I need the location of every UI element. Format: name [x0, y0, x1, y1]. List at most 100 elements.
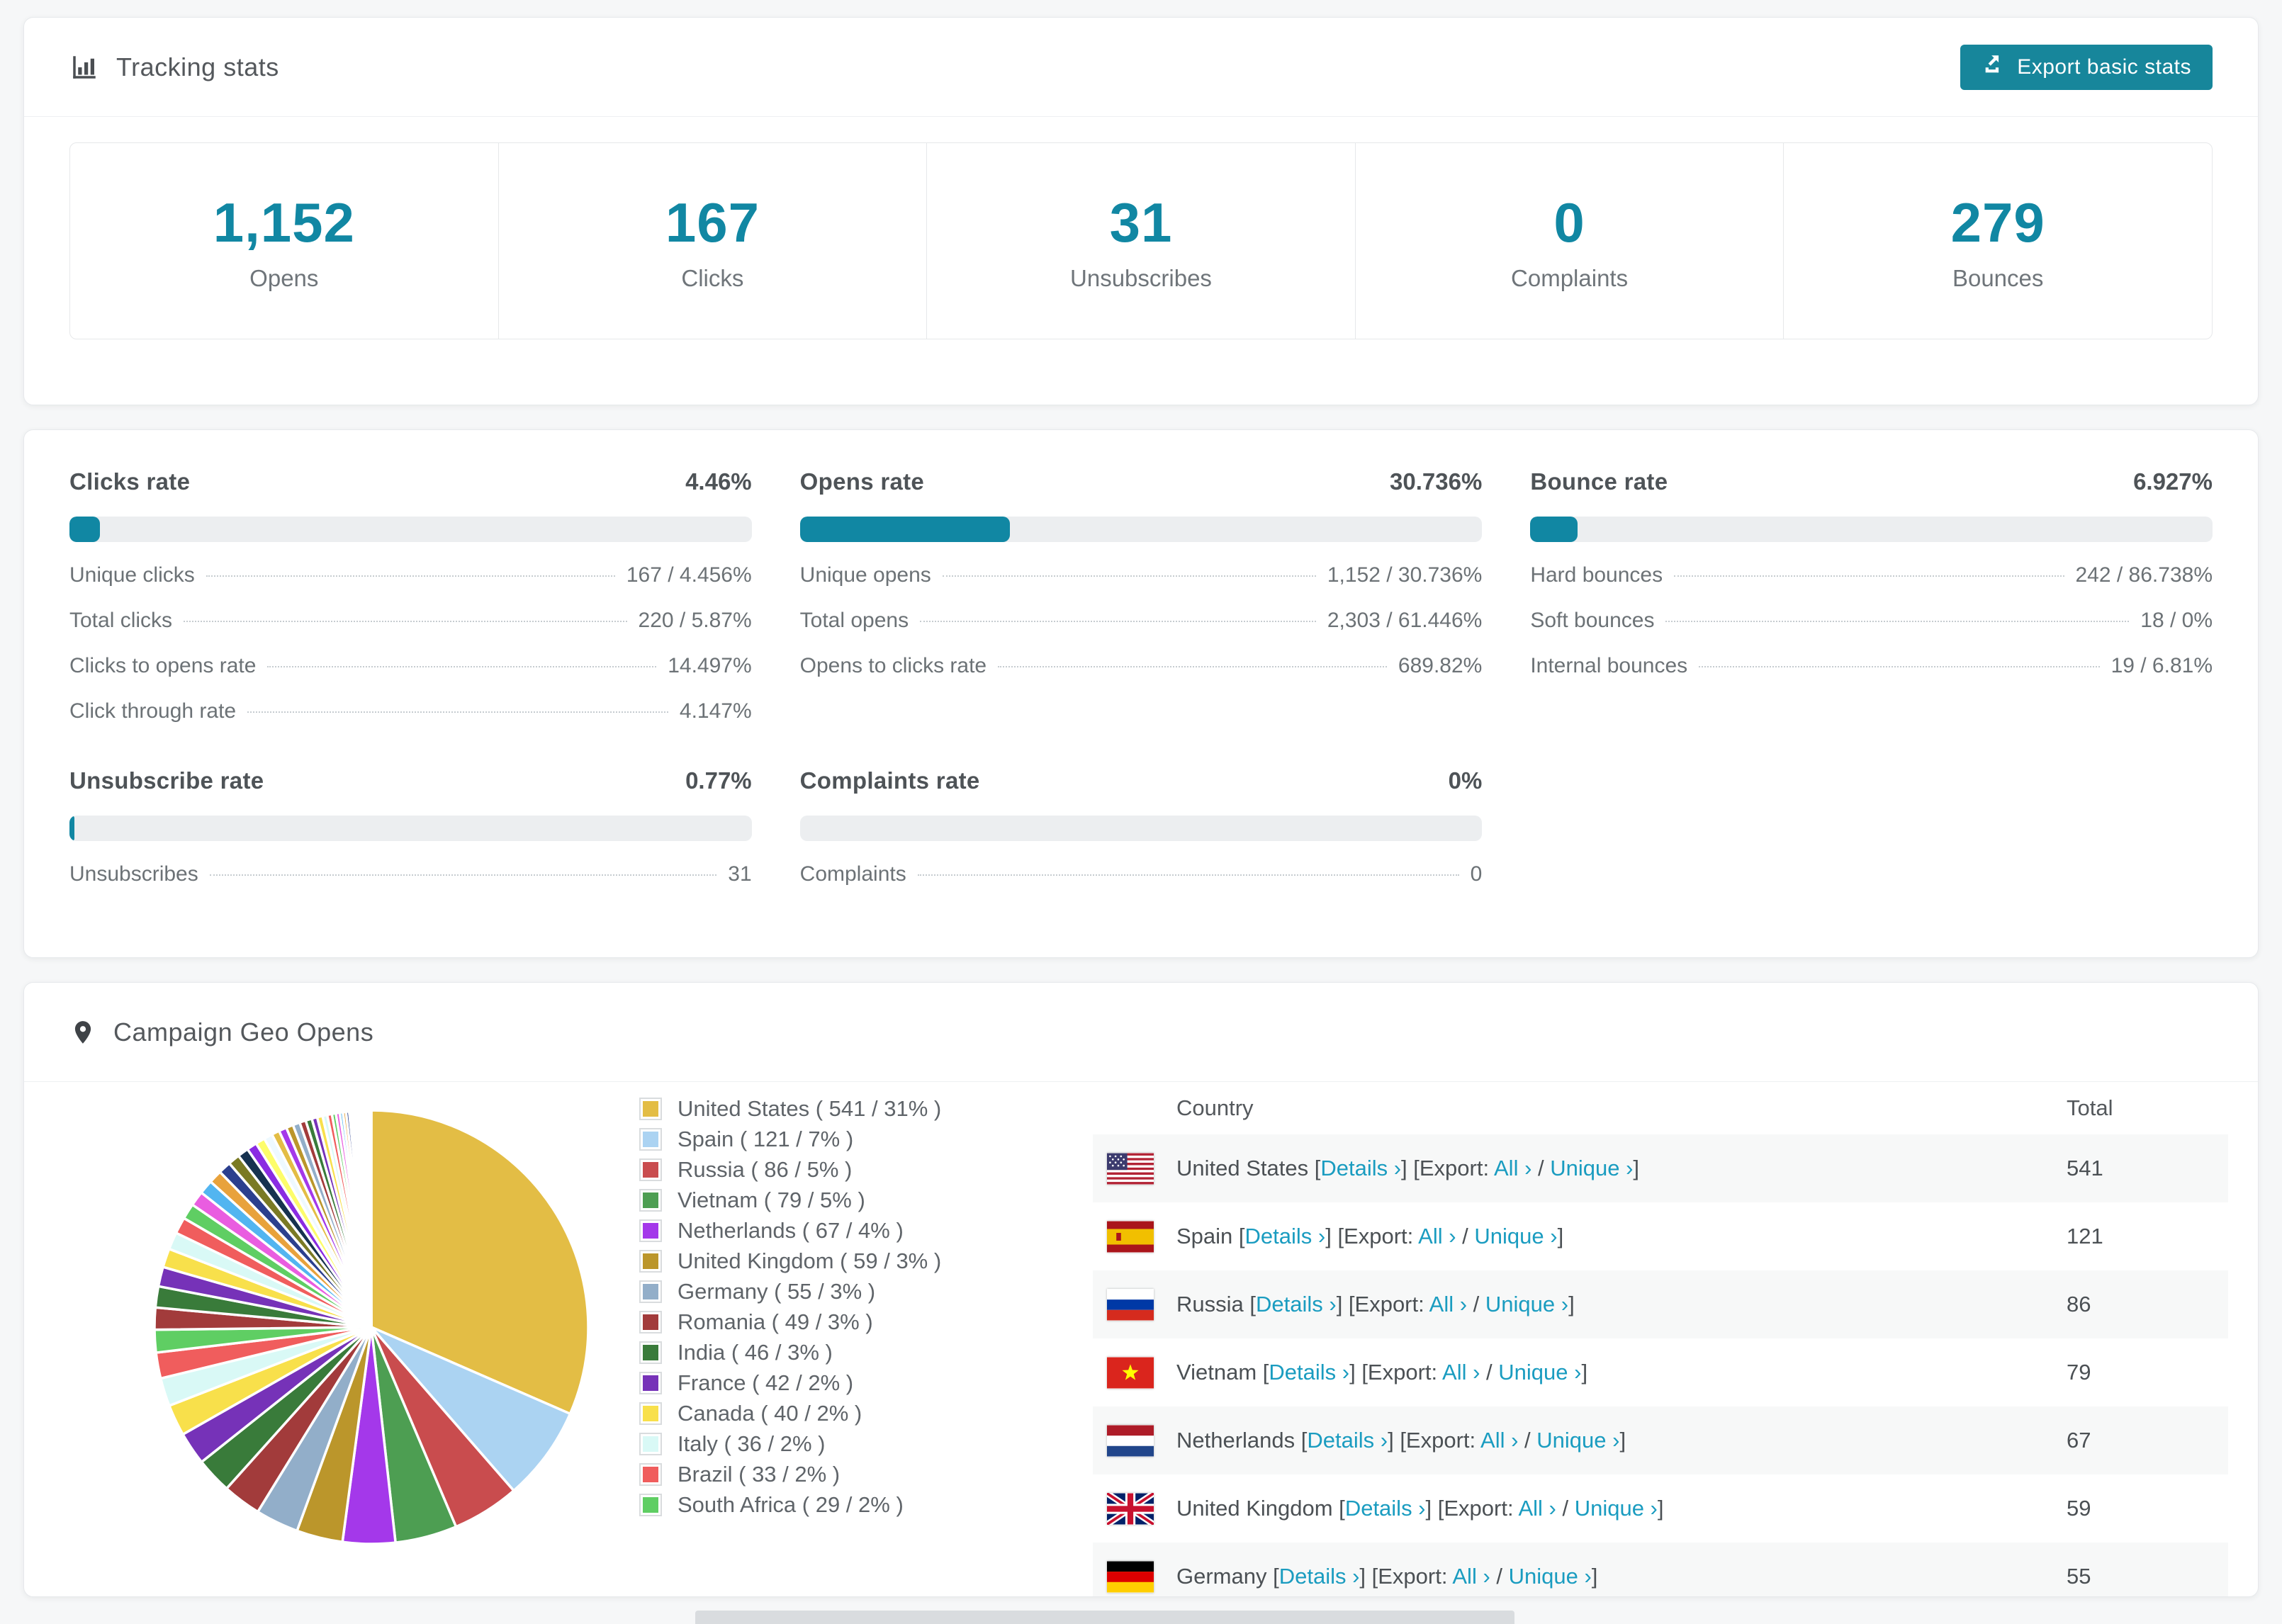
- export-all-link[interactable]: All ›: [1480, 1428, 1518, 1453]
- nl-flag-icon: [1107, 1425, 1154, 1457]
- gb-flag-icon: [1107, 1492, 1154, 1525]
- rate-head: Unsubscribe rate 0.77%: [69, 767, 752, 794]
- slash-text: /: [1467, 1292, 1485, 1316]
- bracket-text: ] [Export:: [1425, 1496, 1519, 1521]
- dotted-leader: [998, 666, 1387, 667]
- export-all-link[interactable]: All ›: [1418, 1224, 1456, 1248]
- bracket-close: ]: [1591, 1564, 1598, 1589]
- es-flag-icon: [1107, 1221, 1154, 1253]
- export-unique-link[interactable]: Unique ›: [1575, 1496, 1658, 1521]
- stat-row-label: Clicks to opens rate: [69, 654, 257, 677]
- export-all-link[interactable]: All ›: [1429, 1292, 1467, 1316]
- total-cell: 121: [2067, 1224, 2103, 1248]
- slash-text: /: [1556, 1496, 1575, 1521]
- legend-swatch: [639, 1219, 662, 1242]
- legend-label: Brazil ( 33 / 2% ): [678, 1461, 841, 1487]
- bottom-partial-bar: [695, 1611, 1514, 1624]
- rate-detail-rows: Unsubscribes 31: [69, 862, 752, 886]
- details-link[interactable]: Details ›: [1320, 1156, 1401, 1180]
- total-cell: 67: [2067, 1428, 2091, 1453]
- export-unique-link[interactable]: Unique ›: [1485, 1292, 1568, 1316]
- stat-row-label: Unsubscribes: [69, 862, 198, 886]
- stat-label: Unsubscribes: [1070, 264, 1212, 291]
- legend-item: Vietnam ( 79 / 5% ): [639, 1185, 1093, 1215]
- stat-row-label: Click through rate: [69, 699, 237, 723]
- stat-row: Unsubscribes 31: [69, 862, 752, 886]
- tracking-stats-header: Tracking stats Export basic stats: [24, 18, 2258, 117]
- stat-row-label: Hard bounces: [1530, 563, 1663, 587]
- details-link[interactable]: Details ›: [1307, 1428, 1388, 1453]
- stat-row-label: Total opens: [799, 609, 909, 632]
- stat-row: Unique opens 1,152 / 30.736%: [800, 563, 1483, 587]
- export-unique-link[interactable]: Unique ›: [1474, 1224, 1557, 1248]
- export-basic-stats-button[interactable]: Export basic stats: [1960, 44, 2213, 90]
- rate-value: 4.46%: [685, 468, 752, 495]
- export-unique-link[interactable]: Unique ›: [1550, 1156, 1633, 1180]
- bracket-text: ] [Export:: [1336, 1292, 1429, 1316]
- rate-detail-rows: Hard bounces 242 / 86.738% Soft bounces 18 …: [1530, 563, 2213, 678]
- dotted-leader: [1665, 621, 2130, 622]
- export-unique-link[interactable]: Unique ›: [1498, 1360, 1581, 1385]
- table-row: Vietnam [Details ›] [Export: All › / Uni…: [1093, 1338, 2228, 1406]
- export-all-link[interactable]: All ›: [1494, 1156, 1531, 1180]
- us-flag-icon: [1107, 1153, 1154, 1185]
- vn-flag-icon: [1107, 1357, 1154, 1389]
- legend-swatch: [639, 1462, 662, 1486]
- stat-row-value: 167 / 4.456%: [626, 563, 752, 587]
- details-link[interactable]: Details ›: [1345, 1496, 1426, 1521]
- section-title: Campaign Geo Opens: [113, 1017, 374, 1047]
- dotted-leader: [1674, 575, 2064, 577]
- geo-opens-title: Campaign Geo Opens: [69, 1017, 373, 1047]
- export-all-link[interactable]: All ›: [1518, 1496, 1556, 1521]
- stat-row-value: 0: [1470, 862, 1483, 886]
- rate-value: 6.927%: [2133, 468, 2213, 495]
- legend-swatch: [639, 1097, 662, 1120]
- bracket-text: ] [Export:: [1388, 1428, 1481, 1453]
- progress-fill: [69, 517, 100, 542]
- details-link[interactable]: Details ›: [1269, 1360, 1349, 1385]
- bracket-close: ]: [1633, 1156, 1640, 1180]
- stat-row-value: 14.497%: [668, 654, 752, 677]
- export-unique-link[interactable]: Unique ›: [1509, 1564, 1592, 1589]
- country-cell: Russia [Details ›] [Export: All › / Uniq…: [1176, 1292, 1575, 1317]
- bracket-text: ] [Export:: [1359, 1564, 1453, 1589]
- bracket-text: ] [Export:: [1325, 1224, 1419, 1248]
- table-row: United States [Details ›] [Export: All ›…: [1093, 1134, 2228, 1202]
- country-cell: Netherlands [Details ›] [Export: All › /…: [1176, 1428, 1626, 1453]
- progress-fill: [799, 517, 1010, 542]
- legend-item: Italy ( 36 / 2% ): [639, 1428, 1093, 1459]
- stat-row-value: 220 / 5.87%: [638, 609, 752, 632]
- legend-swatch: [639, 1341, 662, 1364]
- country-cell: Spain [Details ›] [Export: All › / Uniqu…: [1176, 1224, 1563, 1249]
- summary-stat-unsubscribes: 31 Unsubscribes: [926, 143, 1355, 339]
- rate-block-clicks-rate: Clicks rate 4.46% Unique clicks 167 / 4.456…: [69, 468, 752, 723]
- dotted-leader: [206, 575, 615, 577]
- stat-row: Click through rate 4.147%: [69, 699, 752, 723]
- de-flag-icon: [1107, 1561, 1154, 1593]
- bracket-close: ]: [1568, 1292, 1575, 1316]
- rate-title: Clicks rate: [69, 468, 191, 495]
- bar-chart-icon: [69, 52, 99, 82]
- rate-value: 30.736%: [1390, 468, 1483, 495]
- column-header-country: Country: [1176, 1095, 1254, 1120]
- legend-swatch: [639, 1402, 662, 1425]
- geo-pie-chart: [136, 1092, 607, 1562]
- legend-item: France ( 42 / 2% ): [639, 1368, 1093, 1398]
- stat-row-label: Soft bounces: [1530, 609, 1655, 632]
- export-all-link[interactable]: All ›: [1452, 1564, 1490, 1589]
- legend-swatch: [639, 1188, 662, 1212]
- summary-stat-complaints: 0 Complaints: [1354, 143, 1784, 339]
- details-link[interactable]: Details ›: [1245, 1224, 1326, 1248]
- stat-row-value: 4.147%: [679, 699, 752, 723]
- export-all-link[interactable]: All ›: [1442, 1360, 1480, 1385]
- details-link[interactable]: Details ›: [1279, 1564, 1360, 1589]
- stat-row-label: Complaints: [799, 862, 906, 886]
- column-header-total: Total: [2067, 1095, 2113, 1120]
- stat-row: Hard bounces 242 / 86.738%: [1530, 563, 2213, 587]
- slash-text: /: [1456, 1224, 1475, 1248]
- details-link[interactable]: Details ›: [1256, 1292, 1337, 1316]
- page-title: Tracking stats: [116, 52, 279, 81]
- country-name: United Kingdom [: [1176, 1496, 1345, 1521]
- stat-row-label: Internal bounces: [1530, 654, 1688, 677]
- export-unique-link[interactable]: Unique ›: [1536, 1428, 1619, 1453]
